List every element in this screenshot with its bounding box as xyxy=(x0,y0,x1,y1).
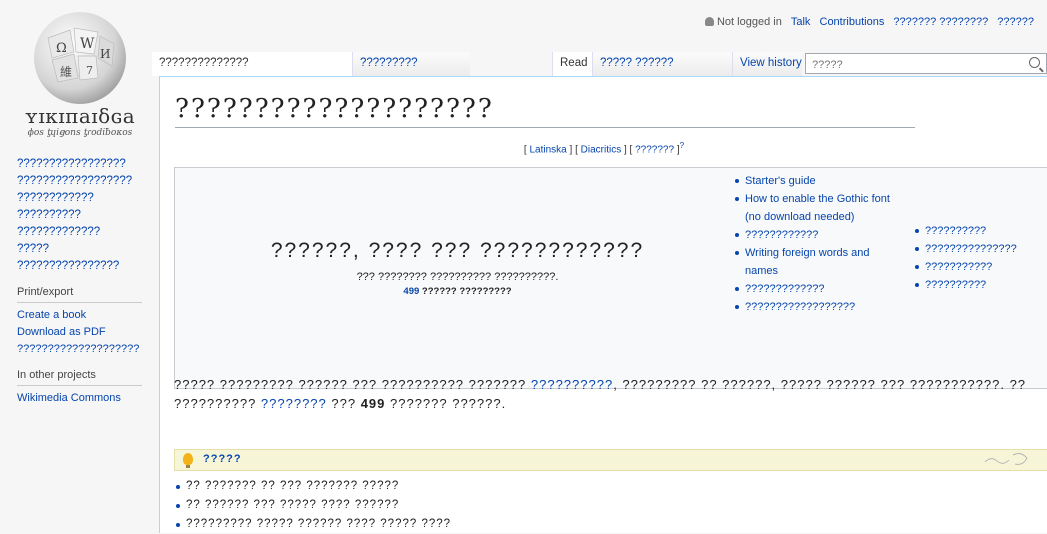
logo-tagline: ϕos ƫɥiꞡons ƫɾodiƀoκos xyxy=(27,128,133,138)
wiki-globe-icon: Ω W И 維 7 xyxy=(34,12,126,104)
create-account-link[interactable]: ??????? ???????? xyxy=(887,16,988,28)
list-item[interactable]: ???????????? xyxy=(735,226,905,244)
article-count-label: ?????? ????????? xyxy=(421,286,512,297)
gothic-font-link[interactable]: How to enable the Gothic font (no downlo… xyxy=(745,193,890,223)
intro-text-4: ??????? ??????. xyxy=(385,396,507,411)
sidebar: ????????????????? ?????????????????? ???… xyxy=(0,158,152,409)
talk-link[interactable]: Talk xyxy=(785,16,811,28)
list-item[interactable]: Writing foreign words and names xyxy=(735,244,905,280)
sidebar-nav-link-6[interactable]: ????? xyxy=(17,243,147,255)
intro-count: 499 xyxy=(360,396,386,411)
wikimedia-commons-link[interactable]: Wikimedia Commons xyxy=(17,392,147,404)
log-in-label: ?????? xyxy=(997,16,1034,28)
sidebar-nav-link-1[interactable]: ????????????????? xyxy=(17,158,147,170)
page-tabs: ?????????????? ????????? Read ????? ????… xyxy=(152,52,1047,76)
intro-text-3: ??? xyxy=(326,396,361,411)
contributions-link-label: Contributions xyxy=(819,16,885,28)
search-icon[interactable] xyxy=(1029,57,1040,68)
print-export-heading: Print/export xyxy=(17,286,142,303)
globe-glyph-i: И xyxy=(100,47,110,61)
tab-view-source[interactable]: ????? ?????? xyxy=(592,52,732,76)
script-other-link[interactable]: ??????? xyxy=(635,144,674,155)
script-switcher: [ Latinska ] [ Diacritics ] [ ??????? ]? xyxy=(523,141,685,156)
personal-tools: Not logged in Talk Contributions ???????… xyxy=(699,16,1034,28)
printable-version-link[interactable]: ???????????????????? xyxy=(17,343,147,355)
intro-link-1[interactable]: ?????????? xyxy=(531,377,613,392)
community-link-2[interactable]: ??????????????? xyxy=(925,243,1017,255)
list-item[interactable]: ?????????? xyxy=(915,276,1047,294)
list-item: ????????? ????? ?????? ???? ????? ???? xyxy=(174,515,451,534)
lightbulb-icon xyxy=(183,453,193,468)
create-account-label: ??????? ???????? xyxy=(893,16,989,28)
log-in-link[interactable]: ?????? xyxy=(991,16,1034,28)
sidebar-nav-link-3[interactable]: ???????????? xyxy=(17,192,147,204)
intro-link-2[interactable]: ???????? xyxy=(261,396,327,411)
community-link-4[interactable]: ?????????? xyxy=(925,279,986,291)
list-item[interactable]: ?????????????????? xyxy=(735,298,905,316)
download-pdf-link[interactable]: Download as PDF xyxy=(17,326,147,338)
tip-title[interactable]: ????? xyxy=(203,453,242,465)
tips-list: ?? ??????? ?? ??? ??????? ????? ?? ?????… xyxy=(174,477,451,534)
list-item[interactable]: Starter's guide xyxy=(735,172,905,190)
starters-guide-link[interactable]: Starter's guide xyxy=(745,175,816,187)
help-link-3[interactable]: ???????????? xyxy=(745,229,818,241)
sidebar-nav-link-7[interactable]: ???????????????? xyxy=(17,260,147,272)
sidebar-nav-link-4[interactable]: ?????????? xyxy=(17,209,147,221)
script-latinska-link[interactable]: Latinska xyxy=(529,144,566,155)
tab-discussion[interactable]: ????????? xyxy=(352,52,470,76)
tip-header: ????? xyxy=(174,449,1047,471)
decorative-scribble-icon xyxy=(984,453,1028,465)
list-item[interactable]: ?????????? xyxy=(915,222,1047,240)
community-link-3[interactable]: ??????????? xyxy=(925,261,992,273)
welcome-heading: ??????, ???? ??? ???????????? xyxy=(270,239,645,262)
globe-glyph-seven: 7 xyxy=(86,64,93,77)
welcome-banner: ??????, ???? ??? ???????????? ??? ??????… xyxy=(174,167,1047,389)
help-links-list: Starter's guide How to enable the Gothic… xyxy=(735,172,905,316)
globe-glyph-wei: 維 xyxy=(60,65,72,79)
help-link-5[interactable]: ????????????? xyxy=(745,283,825,295)
article-count: 499 ?????? ????????? xyxy=(185,286,730,297)
contributions-link[interactable]: Contributions xyxy=(814,16,885,28)
intro-paragraph: ????? ????????? ?????? ??? ?????????? ??… xyxy=(174,375,1034,413)
script-help-link[interactable]: ? xyxy=(680,141,684,150)
search-input[interactable] xyxy=(810,55,1024,74)
article-count-number[interactable]: 499 xyxy=(403,286,419,297)
tab-main-page[interactable]: ?????????????? xyxy=(152,52,352,76)
community-link-1[interactable]: ?????????? xyxy=(925,225,986,237)
search-box xyxy=(805,53,1047,74)
list-item[interactable]: ??????????????? xyxy=(915,240,1047,258)
community-links-list: ?????????? ??????????????? ??????????? ?… xyxy=(915,222,1047,294)
globe-glyph-omega: Ω xyxy=(56,41,67,56)
globe-glyph-w: W xyxy=(80,36,95,52)
list-item: ?? ?????? ??? ????? ???? ?????? xyxy=(174,496,451,515)
tab-read[interactable]: Read xyxy=(552,52,592,76)
page-title: ???????????????????? xyxy=(175,94,915,128)
create-book-link[interactable]: Create a book xyxy=(17,309,147,321)
intro-text-1: ????? ????????? ?????? ??? ?????????? ??… xyxy=(174,377,531,392)
user-icon xyxy=(704,17,714,26)
logo-wordmark: ʏɪкɪπaɪδɢa xyxy=(24,104,136,128)
sidebar-nav-link-5[interactable]: ????????????? xyxy=(17,226,147,238)
login-status: Not logged in xyxy=(716,16,782,28)
script-diacritics-link[interactable]: Diacritics xyxy=(581,144,622,155)
site-logo[interactable]: Ω W И 維 7 ʏɪкɪπaɪδɢa ϕos ƫɥiꞡons ƫɾodiƀo… xyxy=(0,0,160,150)
list-item[interactable]: How to enable the Gothic font (no downlo… xyxy=(735,190,905,226)
sidebar-nav-link-2[interactable]: ?????????????????? xyxy=(17,175,147,187)
list-item[interactable]: ????????????? xyxy=(735,280,905,298)
welcome-subtitle: ??? ???????? ?????????? ??????????. xyxy=(356,271,559,283)
talk-link-label: Talk xyxy=(790,16,811,28)
help-link-6[interactable]: ?????????????????? xyxy=(745,301,855,313)
list-item: ?? ??????? ?? ??? ??????? ????? xyxy=(174,477,451,496)
other-projects-heading: In other projects xyxy=(17,369,142,386)
tab-view-history[interactable]: View history xyxy=(732,52,802,76)
main-content: ???????????????????? [ Latinska ] [ Diac… xyxy=(159,76,1047,533)
foreign-words-link[interactable]: Writing foreign words and names xyxy=(745,247,870,277)
list-item[interactable]: ??????????? xyxy=(915,258,1047,276)
